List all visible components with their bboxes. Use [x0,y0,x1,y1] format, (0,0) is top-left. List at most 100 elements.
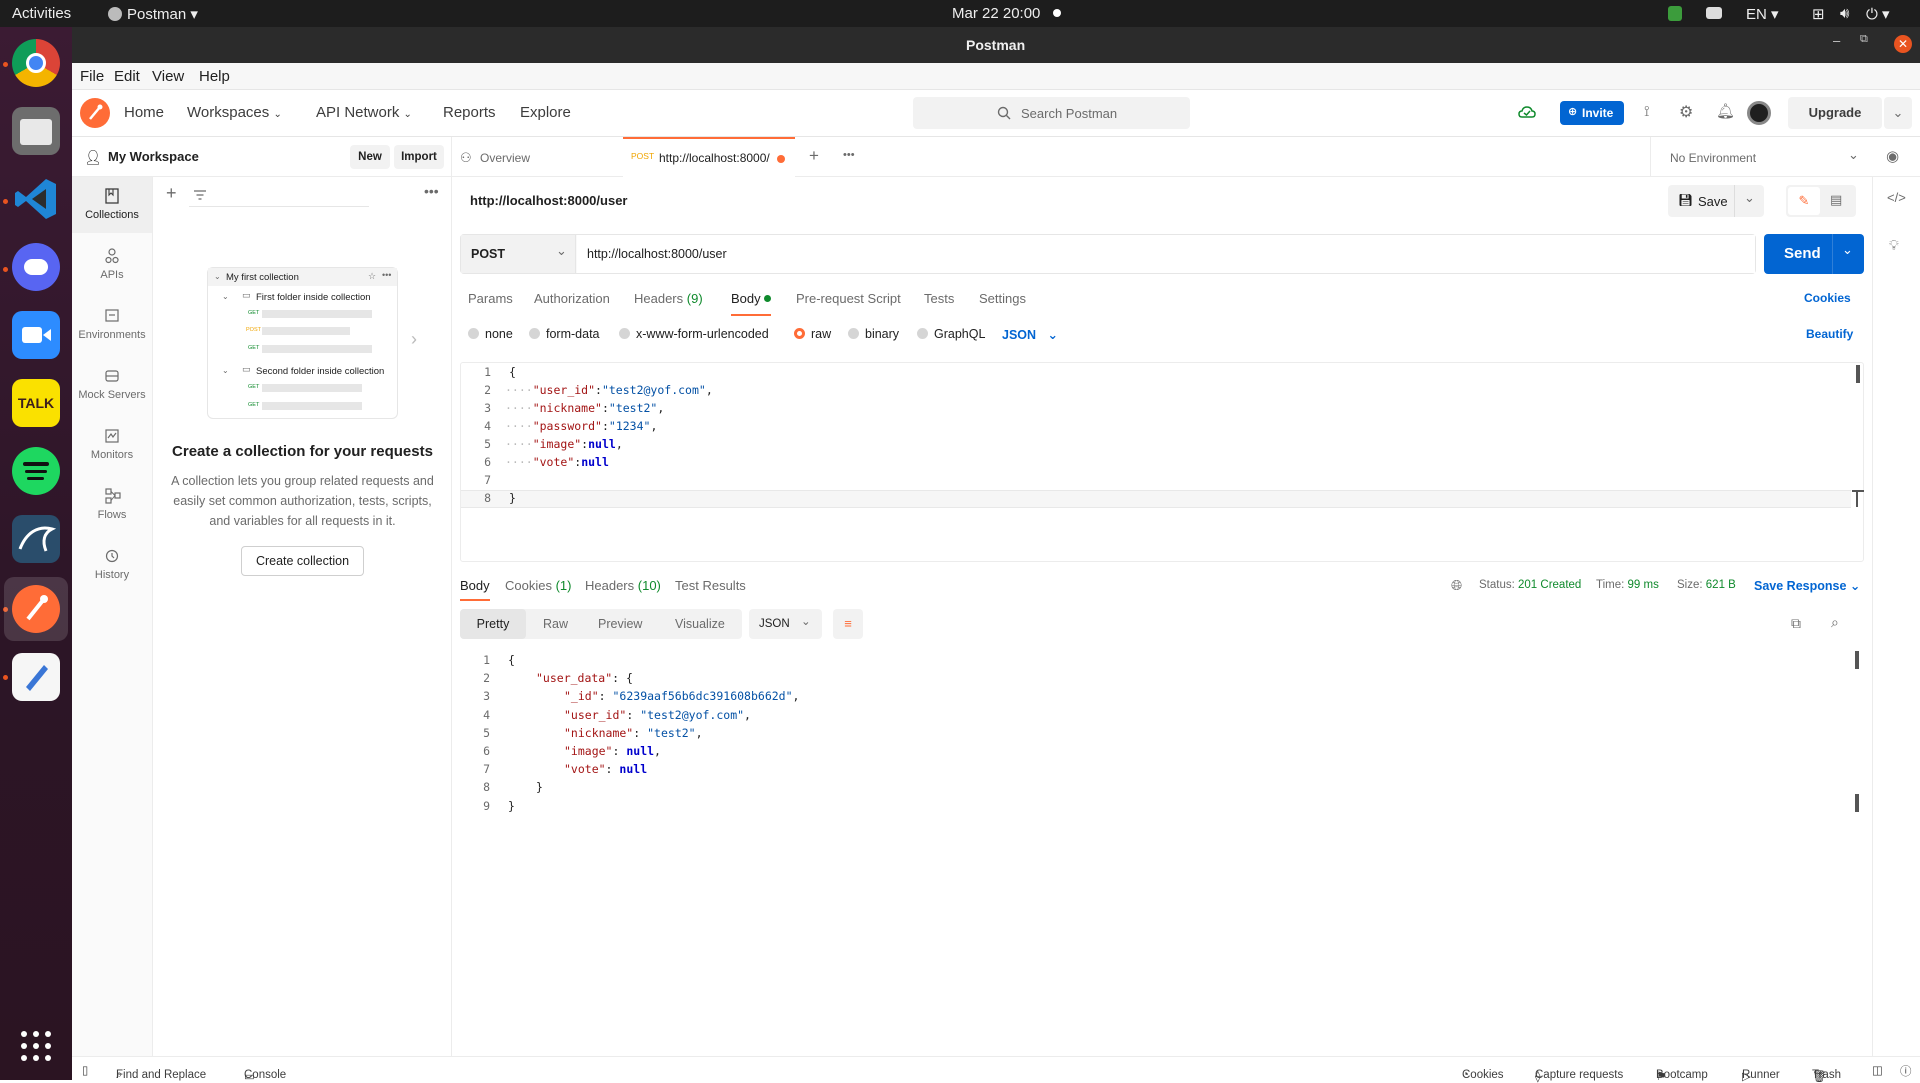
request-body-editor[interactable]: 1 {2 ····"user_id":"test2@yof.com", 3 ····"n… [460,362,1864,562]
search-icon[interactable]: ⌕ [1831,614,1839,631]
create-collection-button[interactable]: Create collection [241,546,364,576]
vscode-icon[interactable] [12,175,60,223]
request-name[interactable]: http://localhost:8000/user [470,193,627,208]
code-snippet-icon[interactable]: </> [1887,190,1906,205]
new-button[interactable]: New [350,145,390,169]
search-input[interactable]: Search Postman [913,97,1190,129]
tab-overview[interactable]: ⚇ Overview [452,137,623,177]
upgrade-dropdown-chevron-icon[interactable]: ⌄ [1884,97,1912,129]
files-icon[interactable] [12,107,60,155]
more-options-icon[interactable]: ••• [424,183,439,199]
notification-bell-icon[interactable]: 🔔︎ [1716,102,1735,120]
menu-help[interactable]: Help [199,68,230,85]
nav-workspaces[interactable]: Workspaces ⌄ [187,104,282,121]
radio-raw[interactable]: raw [794,327,831,341]
upgrade-button[interactable]: Upgrade [1788,97,1882,129]
cloud-sync-icon[interactable] [1518,104,1536,122]
sidebar-item-mock-servers[interactable]: Mock Servers [72,357,152,413]
menu-file[interactable]: File [80,68,104,85]
response-tab-test-results[interactable]: Test Results [675,578,746,593]
tab-pre-request-script[interactable]: Pre-request Script [796,291,901,306]
sidebar-item-collections[interactable]: Collections [72,177,152,233]
discord-tray-icon[interactable] [1706,7,1722,19]
satellite-icon[interactable]: ⟟ [1644,103,1650,120]
tab-active-request[interactable]: POST http://localhost:8000/ [623,137,795,177]
scrollbar-thumb[interactable] [1855,794,1859,812]
activities-button[interactable]: Activities [12,5,71,22]
tab-headers[interactable]: Headers (9) [634,291,703,306]
view-pretty[interactable]: Pretty [460,609,526,639]
tab-params[interactable]: Params [468,291,513,306]
resize-handle-bar[interactable] [1856,491,1858,507]
maximize-icon[interactable]: ⧉ [1860,33,1868,46]
send-button[interactable]: Send ⌄ [1764,234,1864,274]
body-format-select[interactable]: JSON ⌄ [1002,327,1058,342]
tab-settings[interactable]: Settings [979,291,1026,306]
sidebar-item-apis[interactable]: APIs [72,237,152,293]
minimize-icon[interactable]: – [1833,33,1840,48]
nav-explore[interactable]: Explore [520,104,571,121]
tab-authorization[interactable]: Authorization [534,291,610,306]
close-icon[interactable]: ✕ [1894,35,1912,53]
tab-more-icon[interactable]: ••• [843,149,855,161]
show-apps-icon[interactable] [20,1030,52,1062]
radio-binary[interactable]: binary [848,327,899,341]
sidebar-item-history[interactable]: History [72,537,152,593]
radio-urlencoded[interactable]: x-www-form-urlencoded [619,327,769,341]
language-indicator[interactable]: EN ▾ [1746,5,1779,23]
menu-edit[interactable]: Edit [114,68,140,85]
nav-reports[interactable]: Reports [443,104,496,121]
url-input[interactable]: http://localhost:8000/user [577,235,1755,273]
text-editor-icon[interactable] [12,653,60,701]
tab-body[interactable]: Body [731,291,772,316]
environment-quick-look-eye-icon[interactable]: ◉ [1886,147,1899,165]
save-response-button[interactable]: Save Response ⌄ [1754,578,1860,593]
response-time[interactable]: Time: 99 ms [1596,579,1659,591]
workspace-name[interactable]: My Workspace [108,149,199,164]
import-button[interactable]: Import [394,145,444,169]
avatar[interactable] [1747,101,1771,125]
sidebar-item-environments[interactable]: Environments [72,297,152,353]
help-icon[interactable]: ⓘ [1900,1063,1912,1079]
power-icon[interactable]: ⏻ ▾ [1866,5,1890,23]
collections-filter-input[interactable] [189,185,369,207]
discord-icon[interactable] [12,243,60,291]
network-icon[interactable]: ⊞ [1812,5,1825,23]
nav-home[interactable]: Home [124,104,164,121]
cookies-link[interactable]: Cookies [1804,291,1851,305]
copy-icon[interactable]: ⧉ [1791,615,1801,632]
radio-graphql[interactable]: GraphQL [917,327,985,341]
spotify-icon[interactable] [12,447,60,495]
postman-icon[interactable] [12,585,60,633]
clock[interactable]: Mar 22 20:00 [952,5,1040,22]
response-status[interactable]: Status: 201 Created [1479,579,1581,591]
postman-logo-icon[interactable] [80,98,110,128]
toggle-sidebar-icon[interactable]: ▯ [82,1063,88,1077]
scrollbar-thumb[interactable] [1856,365,1860,383]
view-visualize[interactable]: Visualize [675,617,725,631]
radio-none[interactable]: none [468,327,513,341]
environment-select[interactable]: No Environment ⌄ [1658,137,1859,177]
wrap-lines-icon[interactable]: ≡ [833,609,863,639]
lightbulb-icon[interactable]: 💡︎ [1889,237,1899,254]
tab-tests[interactable]: Tests [924,291,954,306]
add-collection-plus-icon[interactable]: + [166,183,177,204]
chrome-icon[interactable] [12,39,60,87]
globe-icon[interactable]: 🌐︎ [1451,577,1462,594]
kakaotalk-icon[interactable]: TALK [12,379,60,427]
app-menu[interactable]: Postman ▾ [108,5,198,23]
response-tab-body[interactable]: Body [460,578,490,601]
view-raw[interactable]: Raw [543,617,568,631]
edit-pencil-icon[interactable]: ✎ [1788,187,1820,215]
response-body-viewer[interactable]: 1 {2 "user_data": {3 "_id": "6239aaf56b6dc3… [460,651,1864,1051]
menu-view[interactable]: View [152,68,184,85]
new-tab-plus-icon[interactable]: + [809,146,819,166]
scrollbar-thumb[interactable] [1855,651,1859,669]
comments-icon[interactable]: ▤ [1830,192,1842,208]
nav-api-network[interactable]: API Network ⌄ [316,104,412,121]
method-select[interactable]: POST ⌄ [461,235,576,273]
resize-handle[interactable] [1852,490,1864,492]
mysql-workbench-icon[interactable] [12,515,60,563]
view-preview[interactable]: Preview [598,617,642,631]
sidebar-item-flows[interactable]: Flows [72,477,152,533]
